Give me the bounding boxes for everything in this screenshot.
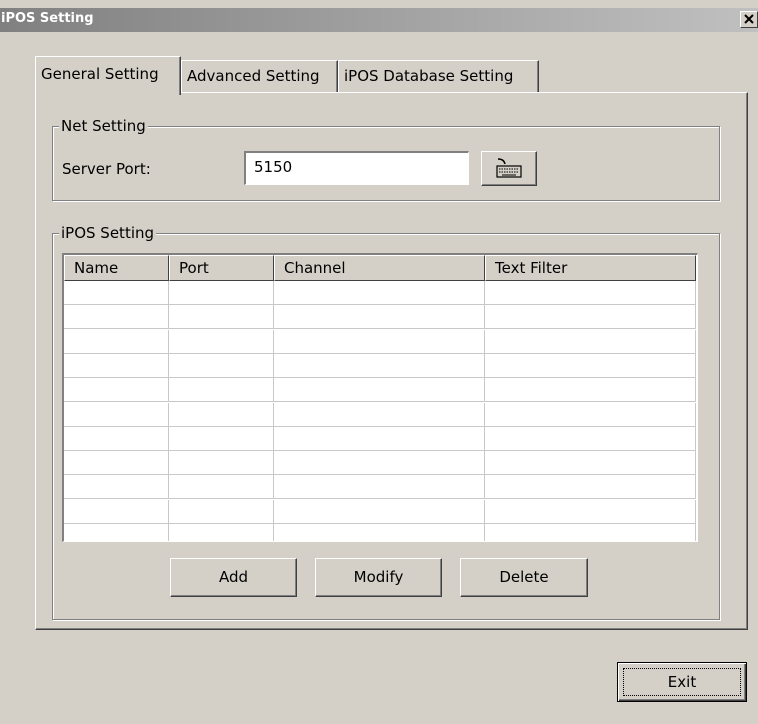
table-cell — [274, 475, 485, 500]
table-cell — [485, 378, 696, 403]
table-cell — [169, 305, 274, 330]
table-cell — [274, 499, 485, 524]
table-row[interactable] — [64, 426, 696, 451]
tab-ipos-database-setting-label: iPOS Database Setting — [344, 67, 514, 85]
table-cell — [274, 426, 485, 451]
tab-general-setting-label: General Setting — [41, 65, 159, 83]
table-cell — [485, 451, 696, 476]
table-cell — [64, 353, 169, 378]
server-port-label: Server Port: — [62, 160, 151, 178]
exit-button[interactable]: Exit — [617, 662, 747, 702]
exit-button-focus: Exit — [623, 668, 741, 696]
table-row[interactable] — [64, 378, 696, 403]
tab-advanced-setting-label: Advanced Setting — [187, 67, 320, 85]
table-cell — [274, 281, 485, 305]
title-bar[interactable]: iPOS Setting — [0, 8, 758, 32]
table-cell — [64, 451, 169, 476]
table-cell — [169, 353, 274, 378]
table-cell — [64, 524, 169, 541]
column-header-channel-label: Channel — [284, 259, 346, 277]
table-cell — [485, 305, 696, 330]
table-cell — [169, 524, 274, 541]
modify-button-label: Modify — [353, 568, 404, 586]
tab-advanced-setting[interactable]: Advanced Setting — [181, 60, 338, 93]
ipos-list-table[interactable]: Name Port Channel Text Filter — [62, 253, 698, 542]
keyboard-button[interactable] — [481, 151, 537, 186]
table-cell — [169, 475, 274, 500]
table-cell — [274, 353, 485, 378]
column-header-name-label: Name — [74, 259, 119, 277]
table-cell — [169, 451, 274, 476]
table-row[interactable] — [64, 475, 696, 500]
table-cell — [485, 281, 696, 305]
exit-button-label: Exit — [667, 673, 697, 691]
delete-button-label: Delete — [499, 568, 549, 586]
table-row[interactable] — [64, 329, 696, 354]
table-cell — [169, 281, 274, 305]
column-header-port-label: Port — [179, 259, 209, 277]
ipos-setting-legend: iPOS Setting — [59, 223, 157, 243]
table-cell — [64, 499, 169, 524]
server-port-input[interactable]: 5150 — [243, 150, 470, 186]
modify-button[interactable]: Modify — [315, 558, 442, 597]
column-header-port[interactable]: Port — [169, 255, 274, 281]
table-cell — [169, 426, 274, 451]
tab-ipos-database-setting[interactable]: iPOS Database Setting — [338, 60, 539, 93]
table-row[interactable] — [64, 524, 696, 541]
table-row[interactable] — [64, 281, 696, 305]
table-cell — [64, 378, 169, 403]
ipos-setting-dialog: iPOS Setting General Setting Advanced Se… — [0, 0, 758, 724]
table-cell — [64, 402, 169, 427]
table-cell — [274, 402, 485, 427]
table-row[interactable] — [64, 305, 696, 330]
table-cell — [64, 281, 169, 305]
tab-general-setting[interactable]: General Setting — [35, 56, 181, 95]
column-header-name[interactable]: Name — [64, 255, 169, 281]
table-cell — [274, 305, 485, 330]
table-row[interactable] — [64, 353, 696, 378]
table-row[interactable] — [64, 402, 696, 427]
table-cell — [485, 329, 696, 354]
table-cell — [274, 451, 485, 476]
delete-button[interactable]: Delete — [460, 558, 588, 597]
table-row[interactable] — [64, 499, 696, 524]
table-row[interactable] — [64, 451, 696, 476]
add-button[interactable]: Add — [170, 558, 297, 597]
keyboard-icon — [496, 158, 522, 178]
table-cell — [274, 329, 485, 354]
column-header-channel[interactable]: Channel — [274, 255, 485, 281]
server-port-value: 5150 — [254, 158, 293, 176]
close-icon — [744, 14, 754, 24]
close-button[interactable] — [740, 11, 758, 28]
table-cell — [274, 378, 485, 403]
table-cell — [485, 524, 696, 541]
table-cell — [64, 329, 169, 354]
table-header: Name Port Channel Text Filter — [64, 255, 696, 281]
table-cell — [485, 475, 696, 500]
table-cell — [274, 524, 485, 541]
table-cell — [485, 402, 696, 427]
table-cell — [485, 353, 696, 378]
table-cell — [485, 426, 696, 451]
column-header-text-filter-label: Text Filter — [495, 259, 568, 277]
table-cell — [169, 402, 274, 427]
add-button-label: Add — [218, 568, 249, 586]
table-cell — [169, 329, 274, 354]
table-cell — [485, 499, 696, 524]
column-header-text-filter[interactable]: Text Filter — [485, 255, 696, 281]
table-cell — [169, 499, 274, 524]
table-cell — [64, 426, 169, 451]
table-cell — [64, 475, 169, 500]
table-cell — [169, 378, 274, 403]
window-title: iPOS Setting — [1, 11, 94, 26]
net-setting-legend: Net Setting — [59, 116, 148, 136]
table-cell — [64, 305, 169, 330]
